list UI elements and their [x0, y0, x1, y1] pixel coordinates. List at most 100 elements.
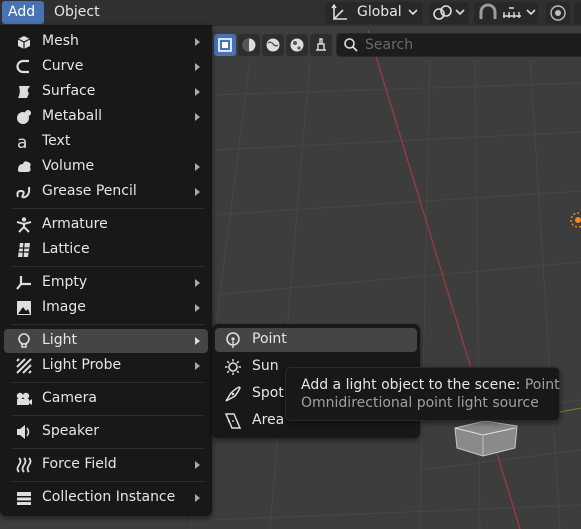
submenu-arrow-icon: [194, 35, 202, 49]
grease-pencil-icon: [14, 183, 34, 201]
proportional-editing-toggle[interactable]: [546, 2, 570, 24]
menu-separator: [12, 382, 204, 383]
chevron-down-icon: [407, 6, 419, 18]
object-menu-tab[interactable]: Object: [48, 1, 108, 24]
menu-separator: [12, 448, 204, 449]
submenu-arrow-icon: [194, 301, 202, 315]
tooltip-line-1: Add a light object to the scene: Point: [301, 377, 560, 393]
submenu-item-label: Area: [252, 412, 285, 428]
orientation-dropdown[interactable]: Global: [325, 2, 423, 24]
menu-separator: [12, 266, 204, 267]
search-input[interactable]: [365, 36, 575, 54]
submenu-item-label: Sun: [252, 358, 279, 374]
tooltip-description: Add a light object to the scene:: [301, 377, 521, 393]
sun-light-icon: [223, 358, 243, 376]
menu-item-grease-pencil[interactable]: Grease Pencil: [4, 180, 208, 204]
menu-item-label: Empty: [42, 274, 88, 290]
speaker-icon: [14, 423, 34, 441]
menu-item-image[interactable]: Image: [4, 296, 208, 320]
submenu-arrow-icon: [194, 458, 202, 472]
metaball-icon: [14, 108, 34, 126]
image-icon: [14, 299, 34, 317]
submenu-item-point[interactable]: Point: [215, 328, 417, 352]
menu-item-label: Text: [42, 133, 71, 149]
surface-icon: [14, 83, 34, 101]
submenu-arrow-icon: [194, 491, 202, 505]
menu-item-label: Armature: [42, 216, 108, 232]
menu-item-label: Lattice: [42, 241, 90, 257]
menu-item-mesh[interactable]: Mesh: [4, 30, 208, 54]
overlay-circle-icon: [549, 4, 567, 22]
submenu-arrow-icon: [194, 160, 202, 174]
chevron-down-icon: [525, 6, 537, 18]
menu-item-armature[interactable]: Armature: [4, 213, 208, 237]
menu-item-label: Speaker: [42, 423, 99, 439]
menu-item-label: Camera: [42, 390, 97, 406]
menu-separator: [12, 481, 204, 482]
menu-item-label: Light Probe: [42, 357, 122, 373]
submenu-arrow-icon: [194, 276, 202, 290]
globe-alt-icon[interactable]: [286, 34, 308, 56]
menu-item-label: Collection Instance: [42, 489, 176, 505]
submenu-item-label: Point: [252, 331, 287, 347]
mesh-icon: [14, 33, 34, 51]
menu-item-light-probe[interactable]: Light Probe: [4, 354, 208, 378]
globe-icon[interactable]: [262, 34, 284, 56]
light-probe-icon: [14, 357, 34, 375]
chevron-down-icon: [454, 6, 466, 18]
submenu-arrow-icon: [194, 334, 202, 348]
sphere-shade-icon[interactable]: [238, 34, 260, 56]
menu-item-label: Volume: [42, 158, 95, 174]
armature-icon: [14, 216, 34, 234]
snap-increment-icon[interactable]: [501, 4, 523, 22]
menu-item-volume[interactable]: Volume: [4, 155, 208, 179]
menu-item-collection-instance[interactable]: Collection Instance: [4, 486, 208, 510]
menu-separator: [12, 324, 204, 325]
header-overflow: [574, 2, 581, 24]
menu-item-label: Surface: [42, 83, 96, 99]
menu-item-label: Image: [42, 299, 86, 315]
submenu-arrow-icon: [194, 185, 202, 199]
outliner-filter-bar: [212, 30, 581, 60]
collection-icon: [14, 489, 34, 507]
force-field-icon: [14, 456, 34, 474]
submenu-arrow-icon: [194, 85, 202, 99]
submenu-item-label: Spot: [252, 385, 284, 401]
menu-item-curve[interactable]: Curve: [4, 55, 208, 79]
menu-item-metaball[interactable]: Metaball: [4, 105, 208, 129]
menu-item-lattice[interactable]: Lattice: [4, 238, 208, 262]
point-light-icon: [223, 331, 243, 349]
orientation-label: Global: [357, 4, 402, 20]
snap-toggle[interactable]: [474, 2, 538, 24]
menu-item-speaker[interactable]: Speaker: [4, 420, 208, 444]
menu-item-label: Mesh: [42, 33, 79, 49]
search-icon: [343, 37, 359, 57]
curve-icon: [14, 58, 34, 76]
area-light-icon: [223, 412, 243, 430]
text-icon: a: [14, 133, 34, 151]
menu-item-light[interactable]: Light: [4, 329, 208, 353]
menu-item-label: Curve: [42, 58, 84, 74]
svg-text:a: a: [17, 133, 27, 151]
menu-item-text[interactable]: a Text: [4, 130, 208, 154]
menu-separator: [12, 415, 204, 416]
viewport-header: Add Object Global: [0, 0, 581, 26]
submenu-arrow-icon: [194, 359, 202, 373]
menu-item-label: Force Field: [42, 456, 117, 472]
menu-item-label: Light: [42, 332, 77, 348]
lattice-icon: [14, 241, 34, 259]
add-menu-tab[interactable]: Add: [2, 1, 44, 24]
menu-item-label: Metaball: [42, 108, 103, 124]
tooltip-line-2: Omnidirectional point light source: [301, 395, 539, 411]
menu-item-force-field[interactable]: Force Field: [4, 453, 208, 477]
menu-item-surface[interactable]: Surface: [4, 80, 208, 104]
empty-icon: [14, 274, 34, 292]
cube-select-icon[interactable]: [214, 34, 236, 56]
menu-item-camera[interactable]: Camera: [4, 387, 208, 411]
tooltip: Add a light object to the scene: Point O…: [285, 367, 560, 421]
snap-magnet-icon: [477, 3, 499, 23]
pivot-point-dropdown[interactable]: [429, 2, 469, 24]
menu-item-empty[interactable]: Empty: [4, 271, 208, 295]
search-field[interactable]: [336, 33, 581, 57]
brush-icon[interactable]: [310, 34, 332, 56]
